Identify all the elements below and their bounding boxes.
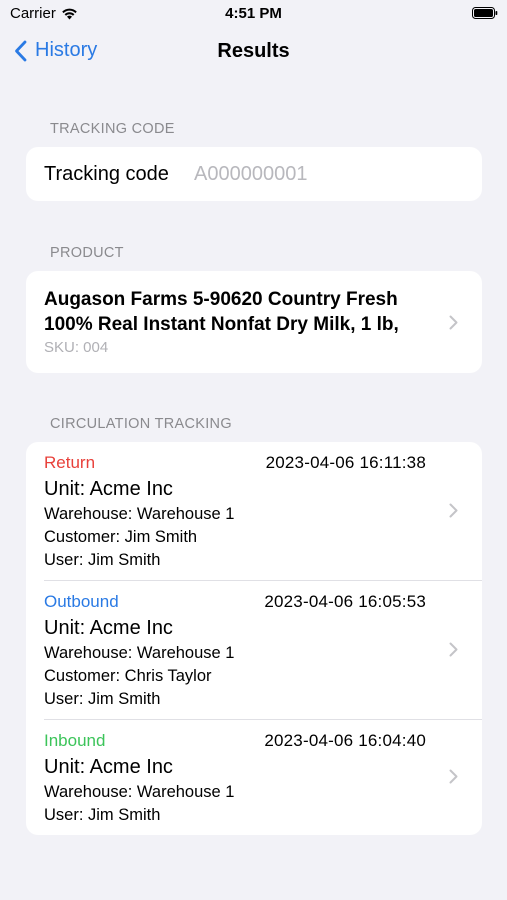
- status-bar: Carrier 4:51 PM: [0, 0, 507, 28]
- circulation-list: Return 2023-04-06 16:11:38 Unit: Acme In…: [26, 442, 482, 835]
- chevron-right-icon: [449, 503, 458, 518]
- movement-unit: Unit: Acme Inc: [44, 756, 173, 778]
- movement-customer: Customer: Chris Taylor: [44, 667, 212, 685]
- product-sku: SKU: 004: [44, 339, 109, 356]
- chevron-right-icon: [449, 315, 458, 330]
- chevron-right-icon: [449, 642, 458, 657]
- movement-datetime: 2023-04-06 16:11:38: [265, 453, 426, 472]
- movement-unit: Unit: Acme Inc: [44, 617, 173, 639]
- product-row[interactable]: Augason Farms 5-90620 Country Fresh 100%…: [26, 271, 482, 373]
- movement-type: Inbound: [44, 731, 106, 750]
- status-time: 4:51 PM: [225, 5, 282, 22]
- tracking-code-card: Tracking code: [26, 147, 482, 201]
- movement-user: User: Jim Smith: [44, 806, 161, 824]
- circulation-row-outbound[interactable]: Outbound 2023-04-06 16:05:53 Unit: Acme …: [26, 581, 482, 720]
- tracking-code-input[interactable]: [194, 159, 464, 189]
- circulation-row-inbound[interactable]: Inbound 2023-04-06 16:04:40 Unit: Acme I…: [26, 720, 482, 835]
- circulation-row-return[interactable]: Return 2023-04-06 16:11:38 Unit: Acme In…: [26, 442, 482, 581]
- movement-customer: Customer: Jim Smith: [44, 528, 198, 546]
- battery-icon: [472, 7, 498, 19]
- movement-warehouse: Warehouse: Warehouse 1: [44, 505, 235, 523]
- tracking-section-header: TRACKING CODE: [50, 121, 175, 137]
- tracking-code-label: Tracking code: [44, 163, 169, 185]
- page-title: Results: [217, 40, 290, 62]
- movement-type: Return: [44, 453, 96, 472]
- movement-unit: Unit: Acme Inc: [44, 478, 173, 500]
- product-name: Augason Farms 5-90620 Country Fresh 100%…: [44, 289, 399, 335]
- navigation-bar: History Results: [0, 28, 507, 76]
- movement-type: Outbound: [44, 592, 119, 611]
- movement-warehouse: Warehouse: Warehouse 1: [44, 783, 235, 801]
- circulation-section-header: CIRCULATION TRACKING: [50, 416, 232, 432]
- product-section-header: PRODUCT: [50, 245, 124, 261]
- movement-user: User: Jim Smith: [44, 690, 161, 708]
- movement-datetime: 2023-04-06 16:05:53: [264, 592, 426, 611]
- chevron-right-icon: [449, 769, 458, 784]
- movement-warehouse: Warehouse: Warehouse 1: [44, 644, 235, 662]
- movement-datetime: 2023-04-06 16:04:40: [264, 731, 426, 750]
- movement-user: User: Jim Smith: [44, 551, 161, 569]
